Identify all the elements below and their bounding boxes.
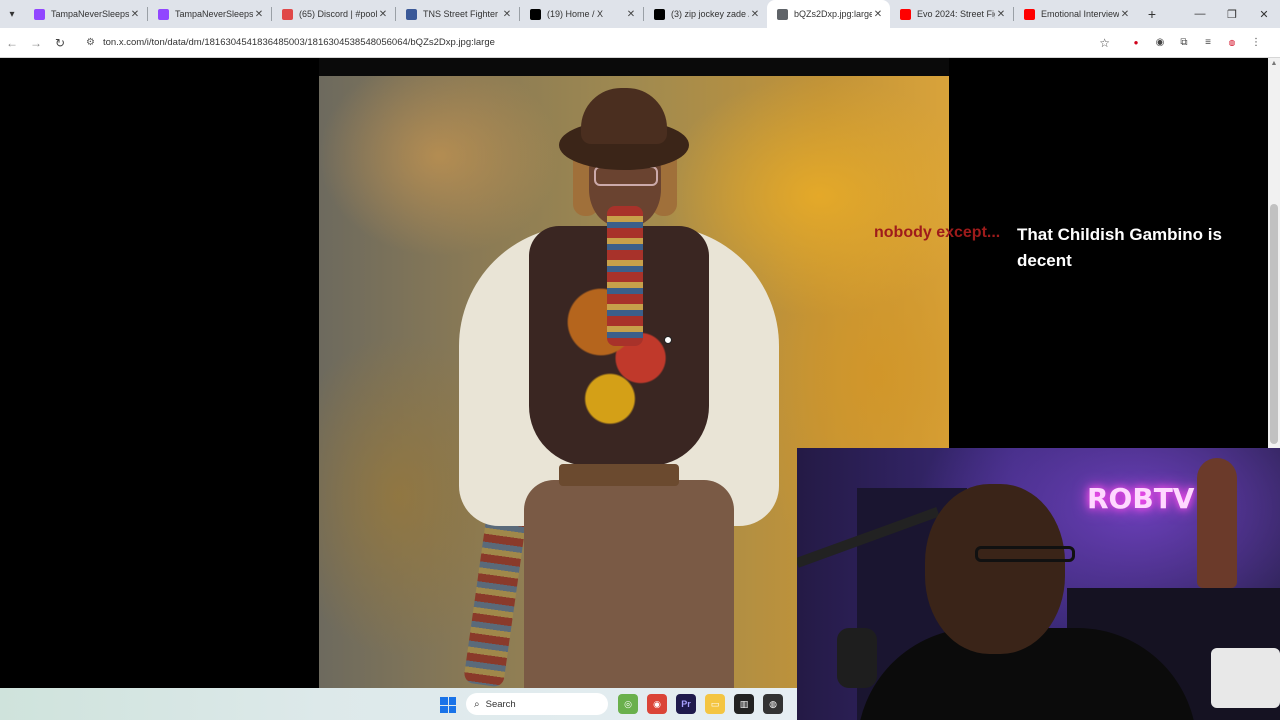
tab-close-icon[interactable]: ✕ xyxy=(1119,9,1131,20)
xbox-app-icon[interactable]: ◎ xyxy=(618,694,638,714)
belt xyxy=(559,464,679,486)
taskbar-pinned-apps: ◎ ◉ Pr ▭ ▥ ◍ xyxy=(618,694,792,714)
site-info-icon[interactable]: ⚙ xyxy=(86,37,95,48)
tab-close-icon[interactable]: ✕ xyxy=(377,9,389,20)
tab-title: Evo 2024: Street Figh xyxy=(917,9,995,19)
scroll-up-icon[interactable]: ▲ xyxy=(1268,58,1280,70)
tab-title: Emotional Interview xyxy=(1041,9,1119,19)
tab-search-icon[interactable]: ▾ xyxy=(0,0,24,28)
caption-white-text: That Childish Gambino is decent xyxy=(1017,225,1222,270)
webcam-overlay: ROBTV xyxy=(797,448,1280,720)
discord-icon xyxy=(282,8,293,20)
browser-tab[interactable]: (3) zip jockey zade / ✕ xyxy=(644,0,767,28)
tab-strip: ▾ TampaNeverSleeps - ✕ TampaNeverSleeps - ✕… xyxy=(0,0,1280,28)
tab-close-icon[interactable]: ✕ xyxy=(749,9,761,20)
record-extension-icon[interactable]: ◉ xyxy=(1148,37,1172,48)
caption-red-text: nobody except... xyxy=(874,224,1001,241)
extension-badge-icon[interactable]: ● xyxy=(1124,38,1148,47)
mouse-cursor-icon xyxy=(664,336,672,344)
tab-title: (3) zip jockey zade / xyxy=(671,9,749,19)
profile-icon[interactable]: ◍ xyxy=(1220,38,1244,47)
browser-tab[interactable]: Emotional Interview ✕ xyxy=(1014,0,1137,28)
search-icon: ⌕ xyxy=(474,698,480,710)
bookmark-star-icon[interactable]: ☆ xyxy=(1099,36,1110,50)
globe-icon xyxy=(777,8,788,20)
tab-close-icon[interactable]: ✕ xyxy=(253,9,265,20)
microphone-icon xyxy=(837,628,877,688)
tab-close-icon[interactable]: ✕ xyxy=(129,9,141,20)
tab-title: TampaNeverSleeps - xyxy=(175,9,253,19)
extensions-puzzle-icon[interactable]: ⧉ xyxy=(1172,37,1196,48)
back-icon[interactable]: ← xyxy=(0,36,24,50)
window-controls: — ❐ ✕ xyxy=(1184,8,1280,21)
tab-title: TampaNeverSleeps - xyxy=(51,9,129,19)
reload-icon[interactable]: ↻ xyxy=(48,36,72,50)
audio-app-icon[interactable]: ▥ xyxy=(734,694,754,714)
forward-icon[interactable]: → xyxy=(24,36,48,50)
minimize-icon[interactable]: — xyxy=(1184,8,1216,21)
taskbar-search-label: Search xyxy=(485,698,516,710)
windows-taskbar: ⌕ Search ◎ ◉ Pr ▭ ▥ ◍ xyxy=(0,688,800,720)
address-bar[interactable]: ⚙ ton.x.com/i/ton/data/dm/18163045418364… xyxy=(78,32,1118,54)
browser-tab[interactable]: TNS Street Fighter 6 ✕ xyxy=(396,0,519,28)
tab-title: TNS Street Fighter 6 xyxy=(423,9,501,19)
file-explorer-icon[interactable]: ▭ xyxy=(705,694,725,714)
tab-title: (65) Discord | #pool- xyxy=(299,9,377,19)
flag-icon xyxy=(406,8,417,20)
restore-icon[interactable]: ❐ xyxy=(1216,8,1248,21)
tab-title: bQZs2Dxp.jpg:large xyxy=(794,9,872,19)
youtube-icon xyxy=(900,8,911,20)
tab-close-icon[interactable]: ✕ xyxy=(625,9,637,20)
menu-kebab-icon[interactable]: ⋮ xyxy=(1244,37,1268,48)
brown-trousers xyxy=(524,480,734,690)
streamer-glasses xyxy=(975,546,1075,562)
twitch-icon xyxy=(34,8,45,20)
neck-scarf xyxy=(607,206,643,346)
twitch-icon xyxy=(158,8,169,20)
hat-crown xyxy=(581,88,667,144)
game-console xyxy=(1211,648,1280,708)
youtube-icon xyxy=(1024,8,1035,20)
reading-list-icon[interactable]: ≡ xyxy=(1196,37,1220,48)
scrollbar-thumb[interactable] xyxy=(1270,204,1278,444)
tab-close-icon[interactable]: ✕ xyxy=(501,9,513,20)
browser-tab[interactable]: (65) Discord | #pool- ✕ xyxy=(272,0,395,28)
browser-tab[interactable]: TampaNeverSleeps - ✕ xyxy=(148,0,271,28)
browser-tab[interactable]: TampaNeverSleeps - ✕ xyxy=(24,0,147,28)
extensions-area: ● ◉ ⧉ ≡ ◍ ⋮ xyxy=(1124,37,1268,48)
premiere-icon[interactable]: Pr xyxy=(676,694,696,714)
close-window-icon[interactable]: ✕ xyxy=(1248,8,1280,21)
taskbar-search[interactable]: ⌕ Search xyxy=(466,693,608,715)
browser-tab[interactable]: Evo 2024: Street Figh✕ xyxy=(890,0,1013,28)
figurine xyxy=(1197,458,1237,588)
tab-close-icon[interactable]: ✕ xyxy=(872,9,884,20)
neon-sign: ROBTV xyxy=(1087,482,1195,515)
tab-title: (19) Home / X xyxy=(547,9,604,19)
windows-start-icon[interactable] xyxy=(440,697,456,713)
tab-close-icon[interactable]: ✕ xyxy=(995,9,1007,20)
url-text: ton.x.com/i/ton/data/dm/1816304541836485… xyxy=(102,37,495,48)
browser-tab[interactable]: (19) Home / X ✕ xyxy=(520,0,643,28)
chrome-icon[interactable]: ◉ xyxy=(647,694,667,714)
new-tab-button[interactable]: + xyxy=(1141,6,1163,22)
browser-toolbar: ← → ↻ ⚙ ton.x.com/i/ton/data/dm/18163045… xyxy=(0,28,1280,58)
x-icon xyxy=(530,8,541,20)
browser-tab[interactable]: bQZs2Dxp.jpg:large ✕ xyxy=(767,0,890,28)
x-icon xyxy=(654,8,665,20)
streamer-head xyxy=(925,484,1065,654)
obs-icon[interactable]: ◍ xyxy=(763,694,783,714)
